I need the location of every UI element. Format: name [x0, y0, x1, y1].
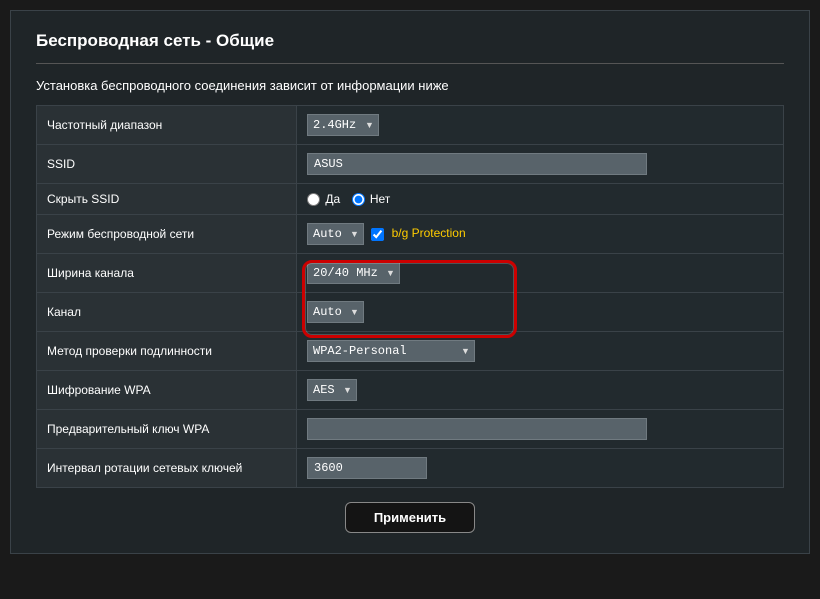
chevron-down-icon: ▼: [347, 229, 359, 239]
hide-ssid-no-radio[interactable]: [352, 193, 365, 206]
hide-ssid-yes-label: Да: [325, 192, 340, 206]
page-subtitle: Установка беспроводного соединения завис…: [36, 78, 784, 93]
auth-method-select[interactable]: WPA2-Personal ▼: [307, 340, 475, 362]
ssid-input[interactable]: [307, 153, 647, 175]
chevron-down-icon: ▼: [383, 268, 395, 278]
chevron-down-icon: ▼: [362, 120, 374, 130]
wpa-encryption-select[interactable]: AES ▼: [307, 379, 357, 401]
chevron-down-icon: ▼: [340, 385, 352, 395]
wpa-psk-input[interactable]: [307, 418, 647, 440]
bg-protection-checkbox[interactable]: [371, 228, 384, 241]
auth-method-label: Метод проверки подлинности: [37, 332, 297, 371]
settings-table: Частотный диапазон 2.4GHz ▼ SSID Скрыть …: [36, 105, 784, 488]
hide-ssid-label: Скрыть SSID: [37, 184, 297, 215]
key-rotation-input[interactable]: [307, 457, 427, 479]
channel-bandwidth-select[interactable]: 20/40 MHz ▼: [307, 262, 400, 284]
wireless-mode-label: Режим беспроводной сети: [37, 215, 297, 254]
bg-protection-label: b/g Protection: [392, 226, 466, 240]
chevron-down-icon: ▼: [458, 346, 470, 356]
page-title: Беспроводная сеть - Общие: [36, 31, 784, 64]
wpa-encryption-label: Шифрование WPA: [37, 371, 297, 410]
chevron-down-icon: ▼: [347, 307, 359, 317]
freq-band-select[interactable]: 2.4GHz ▼: [307, 114, 379, 136]
hide-ssid-yes-radio[interactable]: [307, 193, 320, 206]
freq-band-label: Частотный диапазон: [37, 106, 297, 145]
channel-label: Канал: [37, 293, 297, 332]
channel-select[interactable]: Auto ▼: [307, 301, 364, 323]
wpa-psk-label: Предварительный ключ WPA: [37, 410, 297, 449]
apply-button[interactable]: Применить: [345, 502, 475, 533]
hide-ssid-no-label: Нет: [370, 192, 390, 206]
channel-bandwidth-label: Ширина канала: [37, 254, 297, 293]
key-rotation-label: Интервал ротации сетевых ключей: [37, 449, 297, 488]
wireless-settings-panel: Беспроводная сеть - Общие Установка бесп…: [10, 10, 810, 554]
ssid-label: SSID: [37, 145, 297, 184]
wireless-mode-select[interactable]: Auto ▼: [307, 223, 364, 245]
